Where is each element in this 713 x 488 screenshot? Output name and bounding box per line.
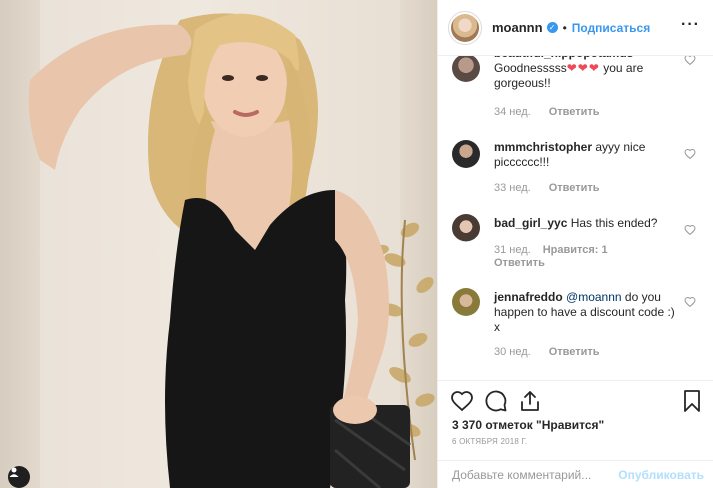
comment-time[interactable]: 33 нед. [494,182,531,194]
like-comment-heart-icon[interactable] [684,224,696,236]
post-header: moannn ✓ • Подписаться ··· [438,0,713,56]
comment-username[interactable]: beautiful_hippopotamus [494,56,633,60]
comment-username[interactable]: mmmchristopher [494,140,592,154]
bookmark-icon[interactable] [680,389,704,413]
comment-meta: 34 нед. Ответить [494,106,600,118]
photo-illustration [28,13,435,488]
post-side-panel: moannn ✓ • Подписаться ··· beautiful_hip… [437,0,713,488]
author-username[interactable]: moannn [492,20,543,35]
follow-button[interactable]: Подписаться [572,21,650,35]
reply-button[interactable]: Ответить [494,257,545,269]
comment-text: beautiful_hippopotamus Goodnesssss❤❤❤ yo… [494,56,684,91]
comment-meta: 30 нед. Ответить [494,346,600,358]
comments-list[interactable]: beautiful_hippopotamus Goodnesssss❤❤❤ yo… [438,56,713,380]
like-comment-heart-icon[interactable] [684,296,696,308]
heart-emoji: ❤❤❤ [566,61,600,75]
post-photo[interactable] [0,0,437,488]
add-comment-form: Опубликовать [438,460,713,488]
post-date[interactable]: 6 ОКТЯБРЯ 2018 Г. [452,437,527,446]
comment-meta: 31 нед. Нравится: 1 Ответить [494,244,608,270]
person-icon [9,467,19,477]
comment-username[interactable]: jennafreddo [494,290,563,304]
comment-body: Has this ended? [570,216,658,230]
comment-time[interactable]: 34 нед. [494,106,531,118]
comment-time[interactable]: 30 нед. [494,346,531,358]
post-actions-bar [438,380,713,420]
verified-badge-icon: ✓ [546,22,558,33]
separator-dot: • [562,20,567,35]
publish-comment-button[interactable]: Опубликовать [618,468,704,482]
comment-mention[interactable]: @moannn [566,290,622,304]
commenter-avatar[interactable] [452,140,480,168]
author-avatar[interactable] [448,10,482,45]
reply-button[interactable]: Ответить [549,182,600,194]
comment-bubble-icon[interactable] [484,389,508,413]
commenter-avatar[interactable] [452,288,480,316]
comment-likes[interactable]: Нравится: 1 [543,244,608,256]
commenter-avatar[interactable] [452,56,480,82]
likes-count[interactable]: 3 370 отметок "Нравится" [452,418,604,432]
comment-time[interactable]: 31 нед. [494,244,531,256]
comment-text: jennafreddo @moannn do you happen to hav… [494,290,684,335]
like-heart-icon[interactable] [450,389,474,413]
like-comment-heart-icon[interactable] [684,56,696,66]
avatar-image [451,13,479,42]
ellipsis-icon[interactable]: ··· [681,16,700,34]
add-comment-input[interactable] [452,468,622,482]
user-tag-icon[interactable] [8,466,30,488]
comment-username[interactable]: bad_girl_yyc [494,216,567,230]
comment-text: mmmchristopher ayyy nice picccccc!!! [494,140,684,170]
comment-meta: 33 нед. Ответить [494,182,600,194]
reply-button[interactable]: Ответить [549,346,600,358]
reply-button[interactable]: Ответить [549,106,600,118]
like-comment-heart-icon[interactable] [684,148,696,160]
commenter-avatar[interactable] [452,214,480,242]
share-upload-icon[interactable] [518,389,542,413]
comment-text: bad_girl_yyc Has this ended? [494,216,684,231]
comment-body: Goodnesssss [494,61,567,75]
